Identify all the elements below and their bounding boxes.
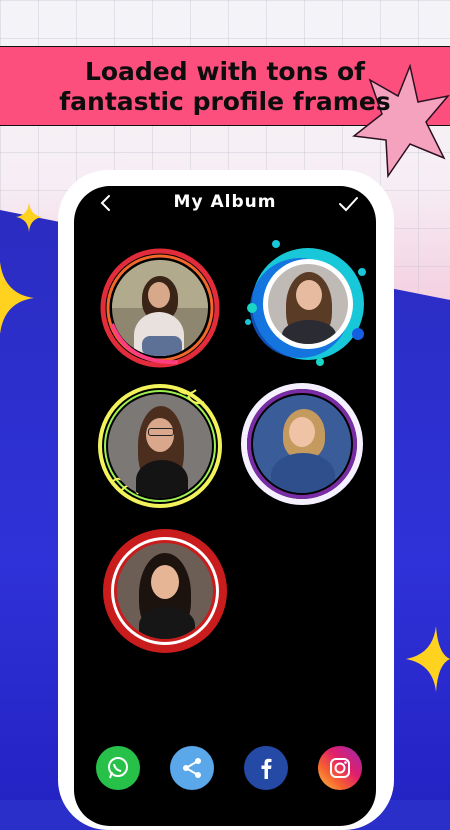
- profile-photo: [117, 543, 213, 639]
- facebook-icon: [261, 758, 272, 779]
- page-title: My Album: [173, 192, 277, 212]
- profile-photo: [253, 395, 351, 493]
- facebook-button[interactable]: [244, 746, 288, 790]
- whatsapp-icon: [108, 757, 128, 779]
- profile-frame-5[interactable]: [100, 526, 230, 656]
- sparkle-left-icon: [0, 262, 34, 334]
- sparkle-small-icon: [16, 202, 42, 232]
- instagram-icon: [330, 758, 350, 778]
- profile-photo: [112, 260, 208, 356]
- banner-headline: Loaded with tons of fantastic profile fr…: [0, 57, 450, 117]
- profile-photo: [268, 264, 348, 344]
- app-bar: My Album: [74, 186, 376, 220]
- profile-frame-1[interactable]: [98, 246, 222, 370]
- sparkle-right-icon: [406, 626, 450, 692]
- profile-frame-4[interactable]: [240, 382, 364, 506]
- profile-frame-3[interactable]: [96, 382, 224, 510]
- instagram-button[interactable]: [318, 746, 362, 790]
- share-bar: [74, 746, 376, 796]
- profile-frame-2[interactable]: [240, 238, 370, 368]
- profile-photo: [108, 394, 212, 498]
- phone-screen: My Album: [74, 186, 376, 826]
- share-icon: [183, 758, 201, 778]
- banner-line-2: fantastic profile frames: [59, 87, 391, 116]
- whatsapp-button[interactable]: [96, 746, 140, 790]
- banner-line-1: Loaded with tons of: [84, 57, 366, 86]
- share-button[interactable]: [170, 746, 214, 790]
- checkmark-icon[interactable]: [337, 193, 359, 215]
